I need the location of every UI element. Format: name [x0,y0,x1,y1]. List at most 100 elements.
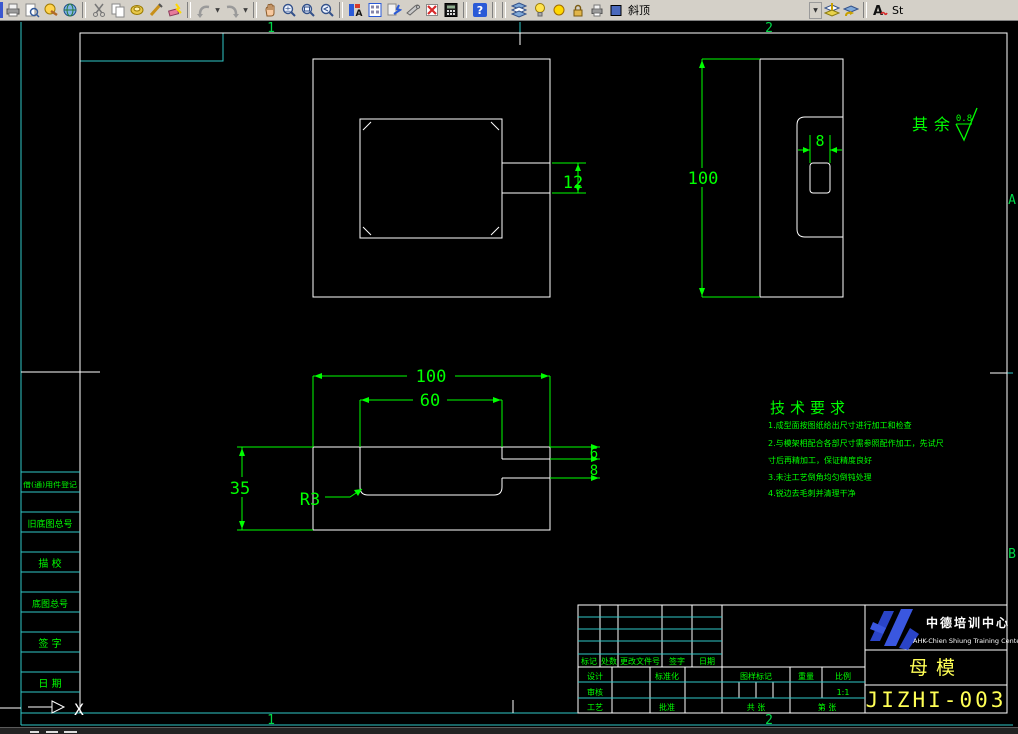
sig-label-audit: 审核 [587,687,603,697]
tech-req-title: 技术要求 [770,399,850,417]
layer-color-swatch[interactable] [607,2,624,19]
weight-label: 重量 [798,671,814,681]
text-style-icon[interactable]: A [871,2,888,19]
layer-lock-icon[interactable] [569,2,586,19]
ucs-icon: X [28,700,84,719]
toolbar: ▼ ▼ ± A ? 斜顶 ▼ A St [0,0,1018,21]
sig-label-craft: 工艺 [587,703,603,712]
sheet-total-label: 共 张 [747,703,766,712]
help-icon[interactable]: ? [471,2,488,19]
cad-application-window: ▼ ▼ ± A ? 斜顶 ▼ A St 1 2 1 2 A B 借(通)用件登记… [0,0,1018,734]
make-layer-current-icon[interactable] [823,2,840,19]
zoom-realtime-icon[interactable]: ± [280,2,297,19]
zone-top-1: 1 [267,21,275,36]
dim-text: 6 [590,446,598,462]
spell-check-icon[interactable] [42,2,59,19]
command-area-edge[interactable] [0,727,1018,734]
properties-icon[interactable]: A [347,2,364,19]
zoom-previous-icon[interactable] [318,2,335,19]
match-properties-icon[interactable] [147,2,164,19]
left-attachment-table: 借(通)用件登记 旧底图总号 描 校 底图总号 签 字 日 期 [21,471,80,693]
pan-icon[interactable] [261,2,278,19]
title-block: 标记 处数 更改文件号 签字 日期 设计 审核 工艺 标准化 批准 图样标记 重… [577,604,1018,714]
redo-dropdown-icon[interactable]: ▼ [241,2,250,18]
clipped-icon[interactable] [0,2,3,18]
left-row-label: 旧底图总号 [27,518,72,530]
left-row-label: 借(通)用件登记 [23,480,77,489]
layer-manager-icon[interactable] [510,2,527,19]
dim-text: R3 [300,490,320,510]
dim-side-slot: 8 [798,132,842,163]
text-style-value[interactable]: St [892,4,904,17]
dim-front-pocket: 60 [359,390,503,447]
layer-combobox[interactable]: 斜顶 ▼ [530,1,822,19]
dim-text: 12 [563,173,583,193]
tech-req-line: 2.与模架相配合各部尺寸需参照配作加工，先试尺 [768,438,944,448]
left-row-label: 描 校 [38,557,61,570]
redo-icon[interactable] [223,2,240,19]
undo-dropdown-icon[interactable]: ▼ [213,2,222,18]
rev-header: 处数 [601,656,617,666]
copy-icon[interactable] [109,2,126,19]
sheet-set-icon[interactable] [404,2,421,19]
front-view[interactable] [312,446,551,531]
layer-on-bulb-icon[interactable] [531,2,548,19]
zoom-window-icon[interactable] [299,2,316,19]
company-logo [870,609,919,650]
plan-view[interactable] [312,58,551,298]
publish-web-icon[interactable] [61,2,78,19]
left-row-label: 底图总号 [32,598,68,610]
design-center-icon[interactable] [385,2,402,19]
scale-value: 1:1 [837,688,850,697]
layer-freeze-sun-icon[interactable] [550,2,567,19]
print-icon[interactable] [4,2,21,19]
zone-bottom-2: 2 [765,713,773,727]
part-name: 母模 [909,657,963,679]
erase-icon[interactable] [166,2,183,19]
rev-header: 更改文件号 [620,656,660,666]
toolbar-separator [863,2,867,18]
drawing-number: JIZHI-003 [866,688,1007,712]
svg-text:A: A [872,4,882,18]
tech-req-line: 寸后再精加工，保证精度良好 [768,455,872,465]
toolbar-separator [82,2,86,18]
toolbar-separator [492,2,496,18]
rev-header: 标记 [581,656,597,666]
dim-text: 35 [230,479,250,499]
calculator-icon[interactable] [442,2,459,19]
ucs-x-axis-label: X [74,700,84,719]
dim-text: 100 [688,169,719,189]
dim-text: 100 [416,367,447,387]
dim-front-height: 35 [226,446,313,531]
zone-top-2: 2 [765,21,773,36]
toolbar-separator [253,2,257,18]
layer-previous-icon[interactable] [842,2,859,19]
tech-req-line: 4.锐边去毛刺并清理干净 [768,488,856,498]
tool-palettes-icon[interactable] [366,2,383,19]
paste-icon[interactable] [128,2,145,19]
sheet-border [20,22,1013,726]
clipped-command-text [46,731,58,733]
clipped-command-text [64,731,77,733]
roughness-value: 0.8 [956,114,972,124]
svg-text:A: A [355,9,362,18]
tech-req-line: 3.未注工艺倒角均匀倒钝处理 [768,472,872,482]
drawing-canvas[interactable]: 1 2 1 2 A B 借(通)用件登记 旧底图总号 描 校 底图总号 签 字 [0,21,1018,728]
cut-icon[interactable] [90,2,107,19]
layer-plot-icon[interactable] [588,2,605,19]
undo-icon[interactable] [195,2,212,19]
dim-plan-slot: 12 [552,162,586,194]
toolbar-separator [187,2,191,18]
company-name-cn: 中德培训中心 [926,615,1010,630]
zone-bottom-1: 1 [267,713,275,727]
markup-set-icon[interactable] [423,2,440,19]
print-preview-icon[interactable] [23,2,40,19]
side-view[interactable] [759,58,844,298]
svg-text:?: ? [476,4,482,17]
surface-roughness-note: 其余 0.8 [912,107,978,142]
dim-text: 8 [590,463,598,479]
layer-combo-dropdown[interactable]: ▼ [809,1,822,19]
dim-side-height: 100 [685,58,760,298]
sheet-no-label: 第 张 [818,702,837,712]
zone-right-a: A [1008,193,1016,208]
